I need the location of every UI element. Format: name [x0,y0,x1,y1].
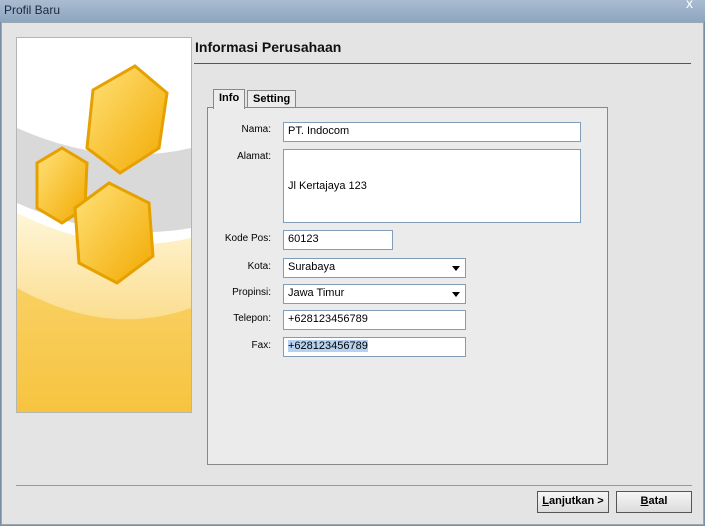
next-button[interactable]: Lanjutkan > [537,491,609,513]
kota-select[interactable]: Surabaya [283,258,466,278]
next-button-label: anjutkan > [549,495,604,507]
kota-label: Kota: [247,261,271,272]
kode-pos-field[interactable]: 60123 [283,230,393,250]
kota-value: Surabaya [288,261,336,273]
alamat-label: Alamat: [237,151,271,162]
telepon-field[interactable]: +628123456789 [283,310,466,330]
cancel-button[interactable]: Batal [616,491,692,513]
telepon-label: Telepon: [233,313,271,324]
page-title: Informasi Perusahaan [195,39,342,55]
window-title: Profil Baru [4,3,61,17]
footer-divider [16,485,692,486]
tab-info[interactable]: Info [213,89,246,109]
nama-field[interactable]: PT. Indocom [283,122,581,142]
propinsi-label: Propinsi: [232,287,271,298]
dialog-window: Profil Baru x Informasi Perusahaan Info … [0,0,705,526]
kode-pos-label: Kode Pos: [224,233,271,244]
hexagon-logo-icon [17,38,191,412]
fax-value: +628123456789 [288,340,368,352]
header-divider [194,63,691,64]
fax-label: Fax: [251,340,271,351]
propinsi-select[interactable]: Jawa Timur [283,284,466,304]
next-button-mnemonic: L [542,495,549,507]
title-bar[interactable]: Profil Baru x [0,0,705,23]
chevron-down-icon[interactable] [452,292,460,297]
info-tab-panel: Nama: PT. Indocom Alamat: Jl Kertajaya 1… [207,107,608,465]
dialog-body: Informasi Perusahaan Info Setting Nama: … [1,22,704,525]
chevron-down-icon[interactable] [452,266,460,271]
nama-label: Nama: [241,124,271,135]
propinsi-value: Jawa Timur [288,287,345,299]
side-graphic [16,37,192,413]
fax-field[interactable]: +628123456789 [283,337,466,357]
alamat-field[interactable]: Jl Kertajaya 123 [283,149,581,223]
cancel-button-label: atal [648,495,668,507]
close-icon[interactable]: x [686,0,693,11]
